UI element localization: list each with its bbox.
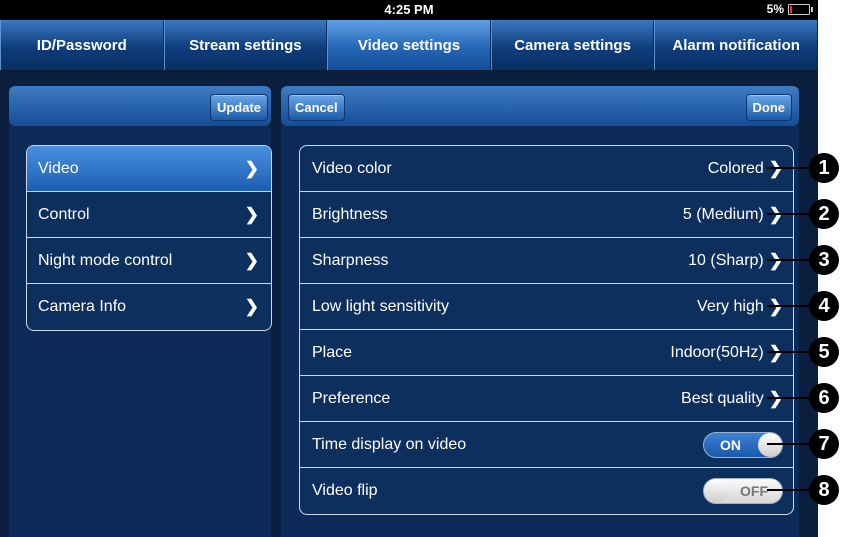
callout-1: 1: [767, 153, 839, 183]
callout-badge: 7: [809, 429, 839, 459]
chevron-right-icon: ❯: [244, 158, 259, 178]
setting-label: Video flip: [312, 482, 378, 499]
chevron-right-icon: ❯: [244, 297, 259, 316]
tab-id-password[interactable]: ID/Password: [0, 20, 164, 70]
setting-value: Very high: [697, 297, 764, 315]
setting-time-display: Time display on video ON: [300, 422, 793, 468]
app-frame: 4:25 PM 5% ID/Password Stream settings V…: [0, 0, 818, 537]
callout-badge: 5: [809, 337, 839, 367]
tab-stream-settings[interactable]: Stream settings: [163, 20, 328, 70]
callout-6: 6: [767, 383, 839, 413]
callout-badge: 1: [809, 153, 839, 183]
setting-label: Preference: [312, 389, 391, 407]
setting-label: Place: [312, 343, 353, 361]
callout-badge: 4: [809, 291, 839, 321]
setting-place[interactable]: Place Indoor(50Hz)❯: [300, 330, 793, 376]
update-button[interactable]: Update: [209, 94, 268, 121]
settings-menu: Video ❯ Control ❯ Night mode control ❯ C…: [26, 145, 272, 331]
setting-video-flip: Video flip OFF: [300, 468, 793, 514]
setting-label: Video color: [312, 159, 392, 177]
setting-value: Indoor(50Hz): [670, 343, 764, 361]
callout-2: 2: [767, 199, 839, 229]
chevron-right-icon: ❯: [244, 204, 259, 224]
setting-preference[interactable]: Preference Best quality❯: [300, 376, 793, 422]
menu-item-video[interactable]: Video ❯: [27, 146, 271, 192]
toggle-knob: [704, 479, 728, 503]
callout-7: 7: [767, 429, 839, 459]
callout-4: 4: [767, 291, 839, 321]
tab-alarm-notification[interactable]: Alarm notification: [654, 20, 818, 70]
battery-icon: [788, 3, 813, 15]
setting-value: 5 (Medium): [682, 205, 764, 223]
right-toolbar: Cancel Done: [281, 86, 799, 126]
setting-sharpness[interactable]: Sharpness 10 (Sharp)❯: [300, 238, 793, 284]
menu-item-label: Camera Info: [38, 298, 127, 315]
cancel-button[interactable]: Cancel: [288, 94, 345, 121]
toggle-text: OFF: [740, 483, 768, 499]
battery-percent: 5%: [766, 2, 784, 16]
left-toolbar: Update: [9, 86, 271, 126]
toggle-text: ON: [720, 436, 741, 453]
video-settings-list: Video color Colored❯ Brightness 5 (Mediu…: [299, 145, 794, 515]
tab-camera-settings[interactable]: Camera settings: [490, 20, 655, 70]
callout-5: 5: [767, 337, 839, 367]
setting-value: Best quality: [681, 389, 764, 407]
setting-video-color[interactable]: Video color Colored❯: [300, 146, 793, 192]
setting-label: Time display on video: [312, 435, 467, 453]
menu-item-label: Control: [38, 205, 90, 223]
tab-video-settings[interactable]: Video settings: [327, 20, 491, 70]
chevron-right-icon: ❯: [244, 250, 259, 270]
status-bar: 4:25 PM 5%: [0, 0, 818, 20]
status-time: 4:25 PM: [384, 2, 434, 17]
callout-8: 8: [767, 475, 839, 505]
setting-label: Low light sensitivity: [312, 297, 449, 315]
menu-item-control[interactable]: Control ❯: [27, 192, 271, 238]
callout-badge: 3: [809, 245, 839, 275]
setting-value: Colored: [707, 159, 764, 177]
setting-low-light-sensitivity[interactable]: Low light sensitivity Very high❯: [300, 284, 793, 330]
battery-indicator: 5%: [766, 2, 813, 16]
setting-label: Brightness: [312, 205, 388, 223]
callout-badge: 6: [809, 383, 839, 413]
setting-label: Sharpness: [312, 251, 389, 269]
setting-value: 10 (Sharp): [688, 251, 764, 269]
callout-badge: 2: [809, 199, 839, 229]
callout-3: 3: [767, 245, 839, 275]
menu-item-label: Night mode control: [38, 251, 173, 269]
menu-item-night-mode-control[interactable]: Night mode control ❯: [27, 238, 271, 284]
callout-badge: 8: [809, 475, 839, 505]
menu-item-label: Video: [38, 159, 79, 177]
menu-item-camera-info[interactable]: Camera Info ❯: [27, 284, 271, 330]
done-button[interactable]: Done: [745, 94, 792, 121]
setting-brightness[interactable]: Brightness 5 (Medium)❯: [300, 192, 793, 238]
tab-bar: ID/Password Stream settings Video settin…: [0, 20, 818, 70]
